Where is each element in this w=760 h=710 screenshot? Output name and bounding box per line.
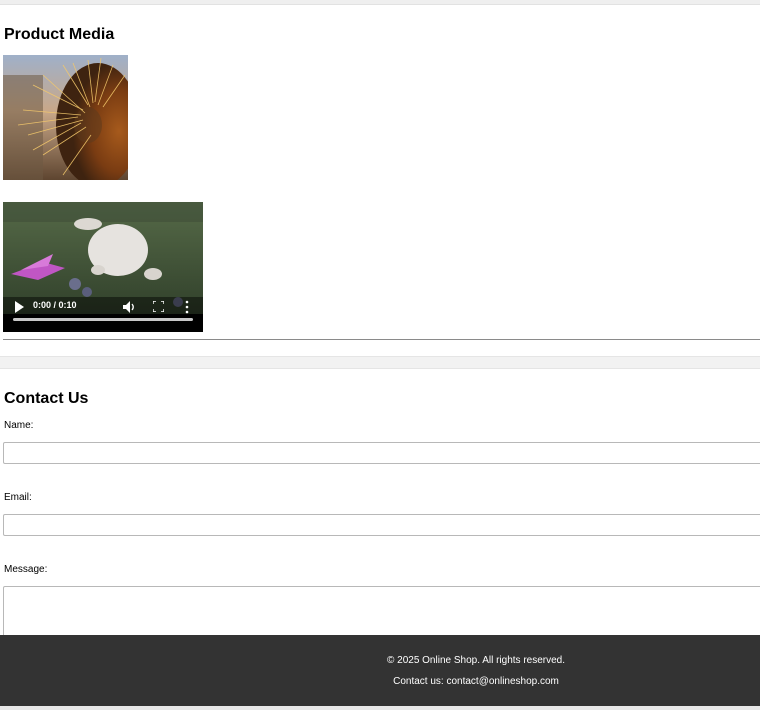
fullscreen-icon[interactable] <box>153 301 164 312</box>
product-video[interactable]: 0:00 / 0:10 <box>3 202 203 332</box>
name-label: Name: <box>4 420 34 431</box>
video-time: 0:00 / 0:10 <box>33 300 77 310</box>
product-image <box>3 55 128 180</box>
footer-copyright: © 2025 Online Shop. All rights reserved. <box>386 655 566 666</box>
bottom-edge <box>0 706 760 710</box>
contact-us-title: Contact Us <box>4 390 89 407</box>
message-label: Message: <box>4 564 48 575</box>
email-input[interactable] <box>3 514 760 536</box>
section-gap <box>0 356 760 369</box>
top-section-border <box>0 0 760 5</box>
product-media-title: Product Media <box>4 26 115 43</box>
play-icon[interactable] <box>14 301 24 313</box>
footer-contact: Contact us: contact@onlineshop.com <box>393 676 559 687</box>
volume-icon[interactable] <box>122 300 136 314</box>
email-label: Email: <box>4 492 32 503</box>
video-progress-bar[interactable] <box>13 318 193 321</box>
name-input[interactable] <box>3 442 760 464</box>
more-options-icon[interactable] <box>185 300 189 314</box>
page-footer: © 2025 Online Shop. All rights reserved.… <box>0 635 760 706</box>
video-controls: 0:00 / 0:10 <box>3 296 203 318</box>
section-divider <box>3 339 760 340</box>
